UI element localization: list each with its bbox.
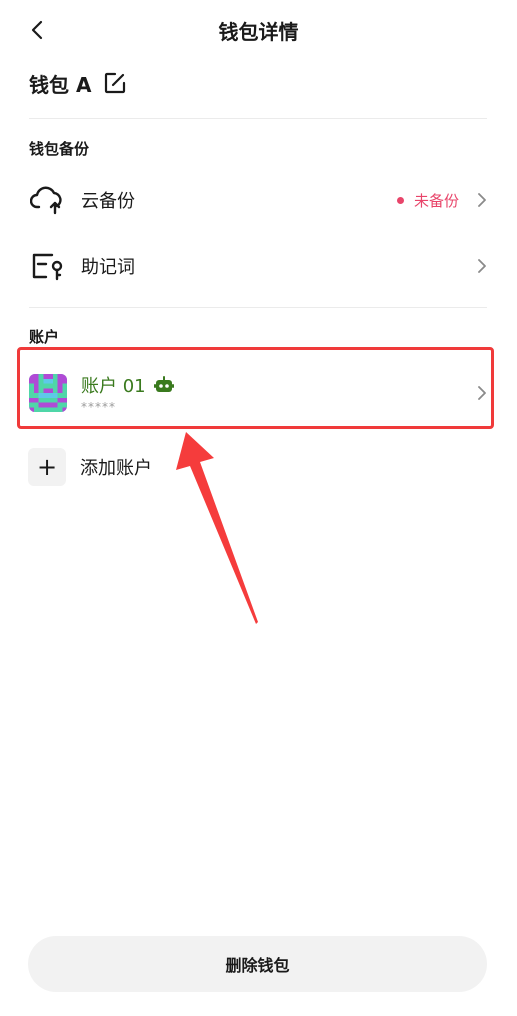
header: 钱包详情 (0, 0, 517, 60)
account-row[interactable]: 账户 01 ***** (29, 370, 489, 416)
divider (29, 307, 487, 308)
chevron-right-icon (478, 386, 486, 400)
avatar (29, 374, 67, 412)
wallet-name: 钱包 A (29, 72, 92, 97)
page-title: 钱包详情 (218, 20, 299, 44)
cloud-upload-icon (29, 182, 65, 218)
divider (29, 118, 487, 119)
account-name: 账户 01 (81, 376, 146, 397)
cloud-backup-row[interactable]: 云备份 未备份 (29, 176, 489, 224)
status-dot (396, 196, 404, 204)
cloud-backup-label: 云备份 (81, 191, 135, 212)
section-label-backup: 钱包备份 (29, 140, 90, 158)
chevron-right-icon (478, 193, 486, 207)
plus-icon: + (28, 448, 66, 486)
account-name-line: 账户 01 (81, 372, 174, 398)
mnemonic-label: 助记词 (81, 257, 135, 278)
add-account-row[interactable]: + 添加账户 (28, 448, 152, 486)
add-account-label: 添加账户 (80, 458, 152, 479)
mnemonic-key-icon (29, 248, 65, 284)
chevron-right-icon (478, 259, 486, 273)
mnemonic-row[interactable]: 助记词 (29, 242, 489, 290)
section-label-accounts: 账户 (29, 328, 60, 346)
account-text: 账户 01 ***** (81, 372, 174, 414)
robot-icon (153, 376, 174, 392)
account-address: ***** (81, 400, 116, 414)
wallet-name-row: 钱包 A (29, 68, 127, 98)
delete-wallet-button[interactable]: 删除钱包 (28, 936, 487, 992)
backup-status: 未备份 (413, 191, 459, 210)
edit-icon[interactable] (103, 71, 127, 95)
